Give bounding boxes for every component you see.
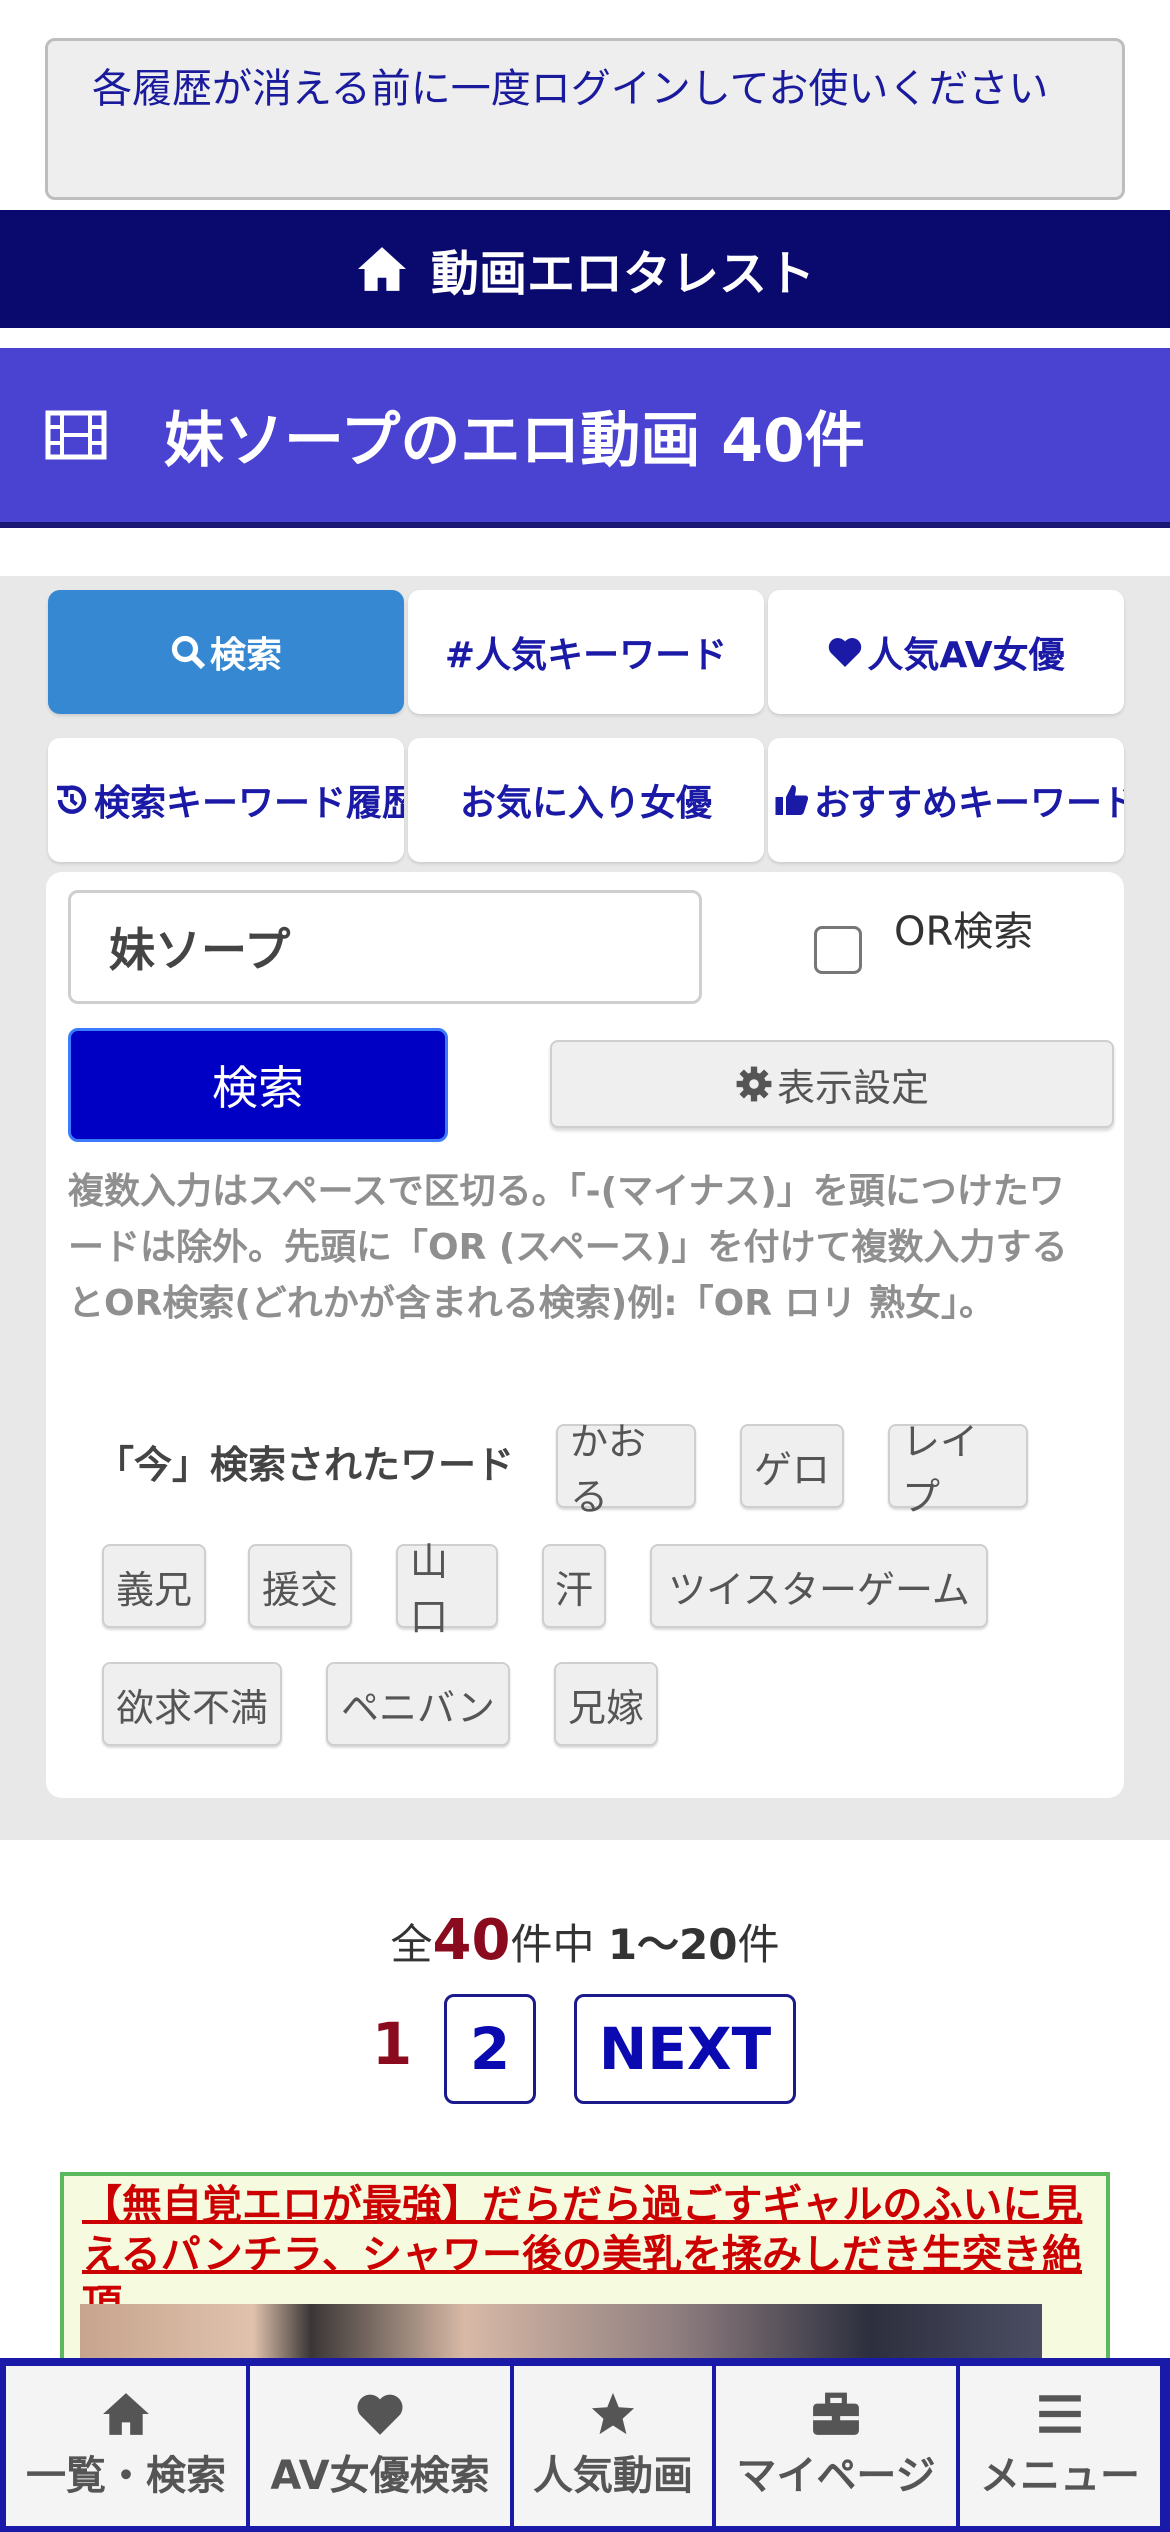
trending-word[interactable]: 汗 <box>542 1544 606 1628</box>
tab-popular-actresses-label: 人気AV女優 <box>867 635 1065 676</box>
trending-word[interactable]: 兄嫁 <box>554 1662 658 1746</box>
tab-favorite-actresses[interactable]: お気に入り女優 <box>408 738 764 862</box>
nav-menu[interactable]: メニュー <box>960 2366 1160 2526</box>
trending-word[interactable]: 欲求不満 <box>102 1662 282 1746</box>
history-icon <box>57 785 87 814</box>
film-icon <box>45 410 107 460</box>
site-header-link[interactable]: 動画エロタレスト <box>0 210 1170 328</box>
gear-icon <box>736 1066 772 1102</box>
nav-popular-videos-label: 人気動画 <box>533 2453 693 2499</box>
video-thumbnail[interactable] <box>80 2304 1042 2364</box>
nav-menu-label: メニュー <box>980 2453 1140 2499</box>
trending-word[interactable]: 義兄 <box>102 1544 206 1628</box>
result-count-prefix: 全 <box>390 1920 433 1969</box>
trending-word[interactable]: 山口 <box>396 1540 498 1639</box>
nav-list-search[interactable]: 一覧・検索 <box>6 2366 246 2526</box>
tab-favorite-actresses-label: お気に入り女優 <box>459 783 712 824</box>
trending-word[interactable]: ペニバン <box>326 1662 510 1746</box>
search-input[interactable] <box>68 890 702 1004</box>
briefcase-icon <box>813 2392 859 2435</box>
home-icon <box>103 2393 149 2435</box>
login-notice: 各履歴が消える前に一度ログインしてお使いください <box>45 38 1125 200</box>
login-notice-text: 各履歴が消える前に一度ログインしてお使いください <box>92 66 1049 112</box>
nav-my-page[interactable]: マイページ <box>716 2366 956 2526</box>
trending-word[interactable]: レイプ <box>888 1420 1028 1519</box>
or-search-checkbox[interactable] <box>814 926 862 974</box>
nav-actress-search[interactable]: AV女優検索 <box>250 2366 510 2526</box>
pagination-next-button[interactable]: NEXT <box>574 1994 796 2104</box>
or-search-label: OR検索 <box>894 909 1034 955</box>
tab-popular-actresses[interactable]: 人気AV女優 <box>768 590 1124 714</box>
bottom-nav: 一覧・検索 AV女優検索 人気動画 マイページ メニュー <box>0 2358 1170 2532</box>
menu-icon <box>1039 2395 1081 2433</box>
trending-word[interactable]: 援交 <box>248 1544 352 1628</box>
search-panel <box>46 872 1124 1798</box>
nav-popular-videos[interactable]: 人気動画 <box>514 2366 712 2526</box>
pagination-next-label: NEXT <box>598 2015 772 2083</box>
search-button[interactable]: 検索 <box>68 1028 448 1142</box>
site-name: 動画エロタレスト <box>430 246 815 302</box>
tab-recommended-keywords[interactable]: おすすめキーワード <box>768 738 1124 862</box>
search-button-label: 検索 <box>212 1061 304 1115</box>
result-count-middle: 件中 <box>510 1920 608 1969</box>
result-count: 全40件中 1～20件 <box>0 1908 1170 1973</box>
search-help-text: 複数入力はスペースで区切る。「-(マイナス)」を頭につけたワードは除外。先頭に「… <box>68 1171 1068 1324</box>
pagination-current-page: 1 <box>371 2010 413 2078</box>
tab-popular-keywords[interactable]: #人気キーワード <box>408 590 764 714</box>
nav-actress-search-label: AV女優検索 <box>270 2453 490 2499</box>
tab-search-label: 検索 <box>209 635 282 676</box>
search-icon <box>171 635 206 670</box>
trending-word[interactable]: ゲロ <box>740 1424 844 1508</box>
tab-recommended-keywords-label: おすすめキーワード <box>814 783 1124 824</box>
page-title: 妹ソープのエロ動画 40件 <box>164 405 865 476</box>
display-settings-label: 表示設定 <box>776 1065 929 1110</box>
result-range: 1～20 <box>607 1920 738 1969</box>
page-title-bar: 妹ソープのエロ動画 40件 <box>0 348 1170 528</box>
pagination-page-2[interactable]: 2 <box>444 1994 536 2104</box>
home-icon <box>357 247 406 291</box>
trending-word[interactable]: かおる <box>556 1420 696 1519</box>
thumbs-up-icon <box>775 785 809 815</box>
tab-popular-keywords-label: #人気キーワード <box>444 635 728 676</box>
star-icon <box>591 2392 635 2435</box>
nav-list-search-label: 一覧・検索 <box>26 2453 226 2499</box>
pagination-page-2-label: 2 <box>469 2015 511 2083</box>
tab-search-history[interactable]: 検索キーワード履歴 <box>48 738 404 862</box>
display-settings-button[interactable]: 表示設定 <box>550 1040 1114 1128</box>
result-count-suffix: 件 <box>737 1920 780 1969</box>
result-total: 40 <box>432 1908 511 1973</box>
tab-search[interactable]: 検索 <box>48 590 404 714</box>
tab-search-history-label: 検索キーワード履歴 <box>94 783 404 824</box>
heart-icon <box>357 2394 403 2435</box>
or-search-toggle[interactable]: OR検索 <box>814 896 1033 974</box>
trending-word[interactable]: ツイスターゲーム <box>650 1544 988 1628</box>
trending-label: 「今」検索されたワード <box>96 1443 515 1487</box>
nav-my-page-label: マイページ <box>736 2453 936 2499</box>
heart-icon <box>829 638 862 667</box>
